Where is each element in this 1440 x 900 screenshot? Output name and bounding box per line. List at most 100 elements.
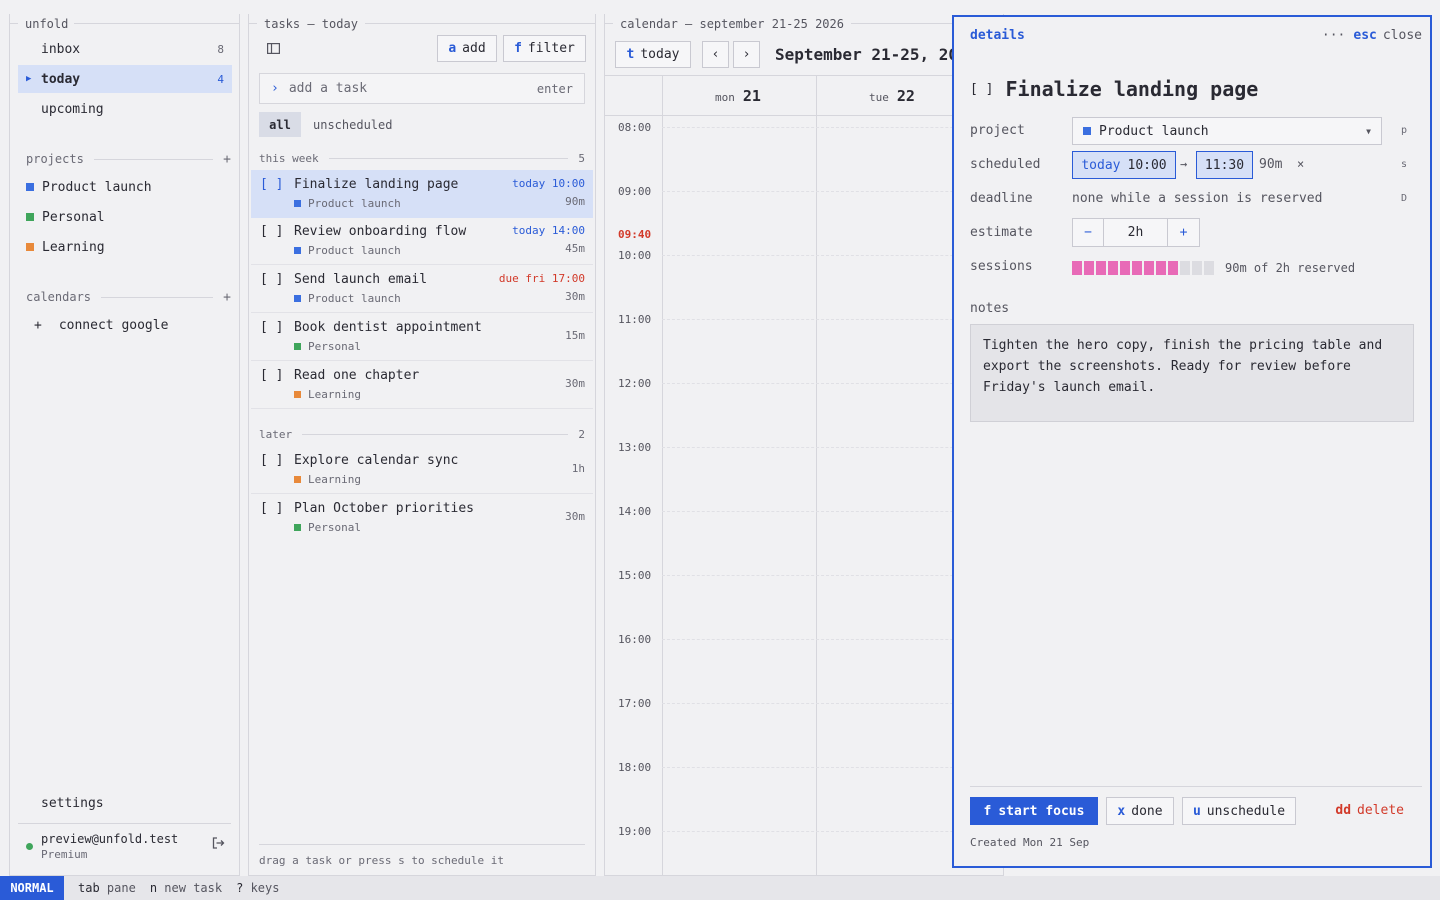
hour-label: 19:00: [618, 825, 652, 838]
details-title[interactable]: Finalize landing page: [1005, 77, 1258, 101]
estimate-decrease-button[interactable]: −: [1073, 219, 1104, 246]
divider: [328, 157, 569, 159]
sidebar-item-upcoming[interactable]: upcoming: [18, 95, 232, 123]
filter-label: filter: [527, 41, 575, 56]
task-project: Product launch: [294, 244, 401, 257]
task-row[interactable]: [ ] Read one chapter Learning 30m: [251, 361, 593, 409]
task-row[interactable]: [ ] Finalize landing page Product launch…: [251, 170, 593, 218]
day-header-tue[interactable]: tue 22: [869, 87, 915, 105]
divider: [302, 433, 569, 435]
chevron-right-icon: ›: [742, 47, 751, 62]
toggle-sidebar-icon[interactable]: [267, 43, 281, 58]
sidebar-item-settings[interactable]: settings: [18, 789, 232, 817]
session-block: [1180, 261, 1190, 275]
sidebar: unfold inbox 8 ▶ today 4 upcoming projec…: [9, 14, 240, 876]
app-title: unfold: [19, 17, 75, 31]
scheduled-shortcut: s: [1400, 159, 1407, 170]
sidebar-project-personal[interactable]: Personal: [26, 206, 105, 228]
scheduled-start-field[interactable]: today 10:00: [1072, 151, 1176, 179]
project-color-swatch: [294, 524, 301, 531]
task-checkbox[interactable]: [ ]: [260, 320, 283, 335]
start-focus-button[interactable]: f start focus: [970, 797, 1098, 825]
task-row[interactable]: [ ] Review onboarding flow Product launc…: [251, 217, 593, 265]
clear-schedule-button[interactable]: ×: [1297, 157, 1304, 171]
group-count: 5: [578, 151, 585, 165]
project-select[interactable]: Product launch ▼: [1072, 117, 1382, 145]
group-this-week: this week 5: [259, 151, 585, 165]
task-title: Read one chapter: [294, 368, 420, 383]
project-color-swatch: [294, 200, 301, 207]
divider: [970, 786, 1422, 787]
session-block: [1156, 261, 1166, 275]
deadline-value[interactable]: none while a session is reserved: [1072, 191, 1322, 206]
task-row[interactable]: [ ] Send launch email Product launch due…: [251, 265, 593, 313]
close-key: esc: [1353, 28, 1377, 43]
task-title: Send launch email: [294, 272, 428, 287]
prev-week-button[interactable]: ‹: [702, 41, 729, 68]
day-of-week: tue: [869, 91, 889, 104]
sidebar-project-learning[interactable]: Learning: [26, 236, 105, 258]
task-row[interactable]: [ ] Explore calendar sync Learning 1h: [251, 446, 593, 494]
task-project: Personal: [294, 340, 361, 353]
online-status-dot: [26, 843, 33, 850]
task-checkbox[interactable]: [ ]: [260, 368, 283, 383]
now-time-label: 09:40: [618, 228, 652, 241]
unschedule-button[interactable]: u unschedule: [1182, 797, 1296, 825]
project-color-swatch: [26, 183, 34, 191]
next-week-button[interactable]: ›: [733, 41, 760, 68]
day-header-mon[interactable]: mon 21: [715, 87, 761, 105]
project-color-swatch: [294, 247, 301, 254]
project-color-swatch: [26, 243, 34, 251]
add-button[interactable]: a add: [437, 35, 497, 62]
task-project: Product launch: [294, 292, 401, 305]
sidebar-item-inbox[interactable]: inbox 8: [18, 35, 232, 63]
plus-icon: +: [34, 317, 42, 333]
scheduled-end-field[interactable]: 11:30: [1196, 151, 1253, 179]
add-calendar-button[interactable]: +: [223, 290, 231, 305]
scheduled-start-time: 10:00: [1127, 157, 1167, 173]
add-project-button[interactable]: +: [223, 152, 231, 167]
more-options-icon[interactable]: ···: [1322, 28, 1345, 43]
filter-button[interactable]: f filter: [503, 35, 586, 62]
filter-tab-unscheduled[interactable]: unscheduled: [313, 112, 392, 137]
focus-label: start focus: [998, 803, 1085, 819]
sidebar-item-today[interactable]: ▶ today 4: [18, 65, 232, 93]
details-header-actions: ··· esc close: [1322, 28, 1422, 43]
divider: [605, 75, 1003, 76]
done-button[interactable]: x done: [1106, 797, 1174, 825]
calendars-heading: calendars +: [26, 289, 231, 305]
delete-button[interactable]: dd delete: [1335, 803, 1404, 818]
task-checkbox[interactable]: [ ]: [260, 177, 283, 192]
close-details-button[interactable]: esc close: [1353, 28, 1422, 43]
close-label: close: [1382, 28, 1422, 43]
sidebar-project-product-launch[interactable]: Product launch: [26, 176, 152, 198]
task-checkbox[interactable]: [ ]: [260, 224, 283, 239]
task-row[interactable]: [ ] Plan October priorities Personal 30m: [251, 494, 593, 542]
task-checkbox[interactable]: [ ]: [260, 501, 283, 516]
divider: [93, 158, 214, 160]
connect-google-button[interactable]: + connect google: [34, 314, 168, 336]
task-project: Learning: [294, 473, 361, 486]
project-label: Product launch: [42, 179, 152, 195]
calendar-pane-title: calendar — september 21-25 2026: [614, 17, 850, 31]
today-button[interactable]: t today: [615, 41, 691, 68]
project-select-value: Product launch: [1099, 123, 1209, 139]
estimate-increase-button[interactable]: +: [1168, 219, 1199, 246]
project-label: Learning: [42, 239, 105, 255]
notes-textarea[interactable]: Tighten the hero copy, finish the pricin…: [970, 324, 1414, 422]
delete-label: delete: [1357, 803, 1404, 818]
project-color-swatch: [26, 213, 34, 221]
estimate-value[interactable]: 2h: [1104, 219, 1168, 246]
task-checkbox[interactable]: [ ]: [260, 272, 283, 287]
task-checkbox[interactable]: [ ]: [260, 453, 283, 468]
logout-icon[interactable]: [211, 836, 225, 854]
details-checkbox[interactable]: [ ]: [970, 82, 993, 97]
add-task-input[interactable]: › add a task enter: [259, 73, 585, 104]
hour-label: 16:00: [618, 633, 652, 646]
hint-key: tab: [78, 881, 100, 895]
sidebar-item-count: 4: [217, 72, 224, 86]
filter-tab-all[interactable]: all: [259, 112, 301, 137]
task-row[interactable]: [ ] Book dentist appointment Personal 15…: [251, 313, 593, 361]
sessions-progress-bar: [1072, 261, 1216, 275]
session-block: [1108, 261, 1118, 275]
